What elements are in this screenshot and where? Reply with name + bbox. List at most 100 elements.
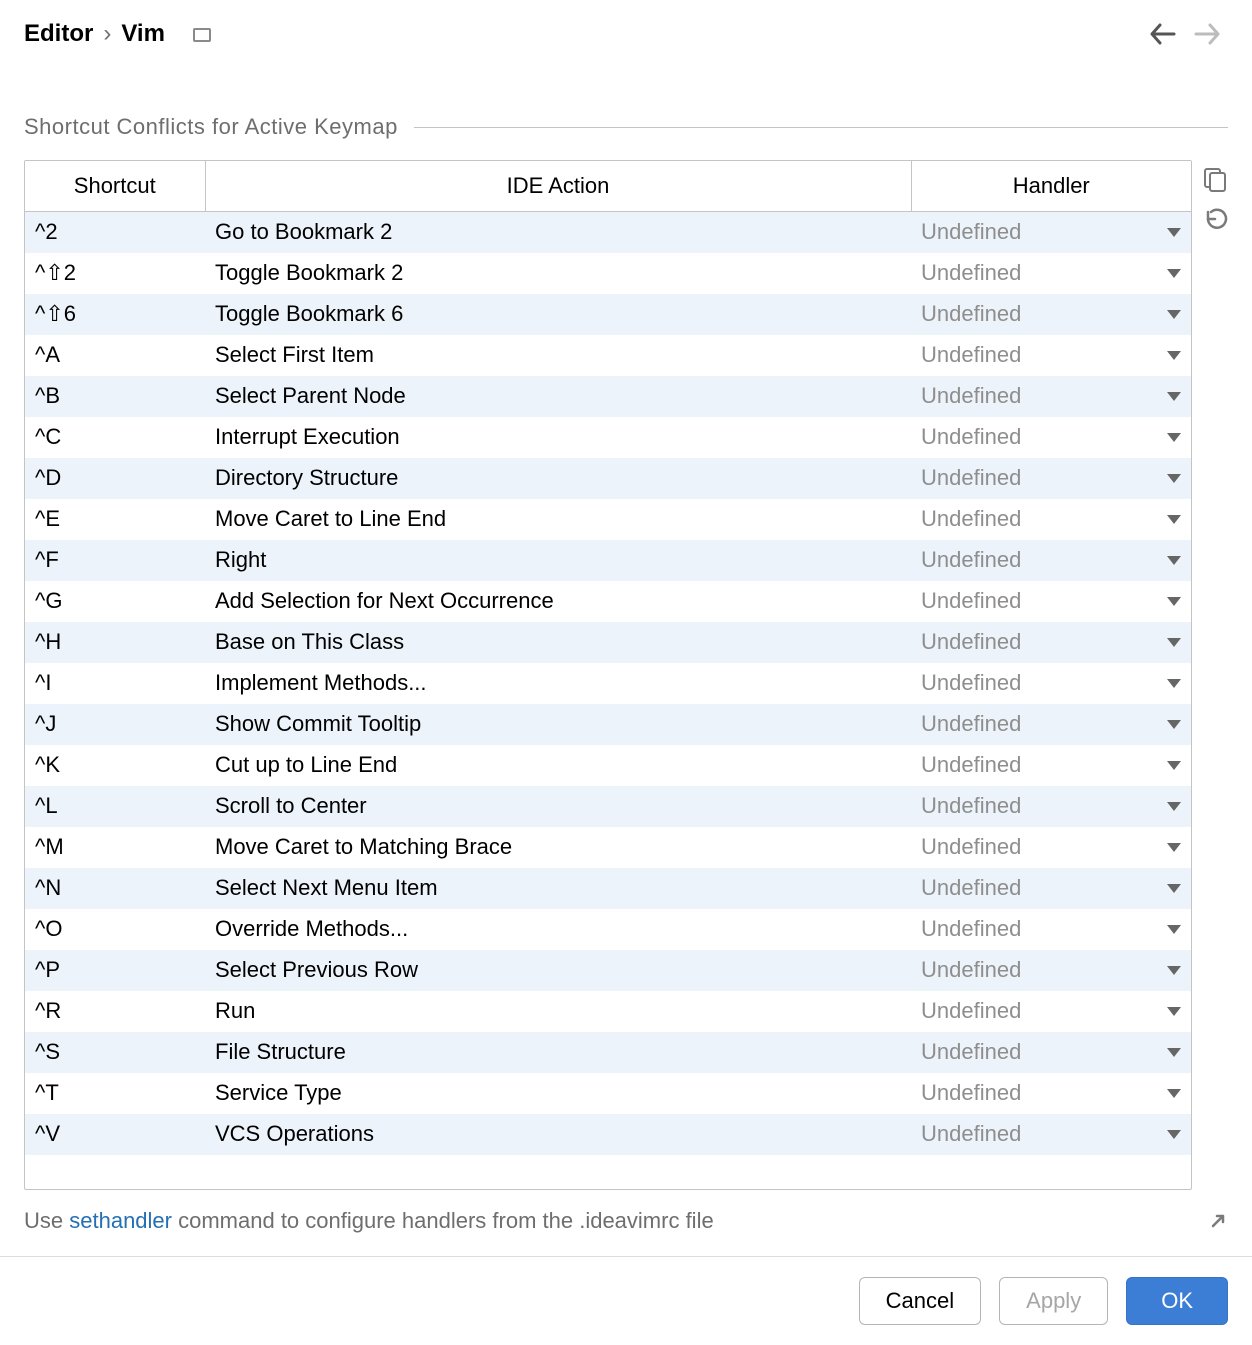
table-row[interactable]: ^⇧2Toggle Bookmark 2Undefined — [25, 253, 1191, 294]
window-icon — [193, 28, 211, 42]
table-row[interactable]: ^2Go to Bookmark 2Undefined — [25, 212, 1191, 253]
table-row[interactable]: ^RRunUndefined — [25, 991, 1191, 1032]
table-row[interactable]: ^JShow Commit TooltipUndefined — [25, 704, 1191, 745]
cell-shortcut: ^S — [25, 1032, 205, 1073]
table-row[interactable]: ^TService TypeUndefined — [25, 1073, 1191, 1114]
cell-handler[interactable]: Undefined — [911, 786, 1191, 827]
chevron-down-icon[interactable] — [1167, 515, 1181, 524]
chevron-down-icon[interactable] — [1167, 1048, 1181, 1057]
handler-value: Undefined — [921, 588, 1021, 614]
cell-action: Move Caret to Line End — [205, 499, 911, 540]
cell-handler[interactable]: Undefined — [911, 950, 1191, 991]
cell-handler[interactable]: Undefined — [911, 253, 1191, 294]
cell-action: VCS Operations — [205, 1114, 911, 1155]
table-row[interactable]: ^VVCS OperationsUndefined — [25, 1114, 1191, 1155]
chevron-down-icon[interactable] — [1167, 310, 1181, 319]
side-toolbar — [1202, 160, 1228, 1190]
table-row[interactable]: ^HBase on This ClassUndefined — [25, 622, 1191, 663]
back-button[interactable] — [1148, 21, 1178, 47]
chevron-down-icon[interactable] — [1167, 843, 1181, 852]
cell-shortcut: ^N — [25, 868, 205, 909]
copy-icon[interactable] — [1202, 166, 1228, 192]
chevron-down-icon[interactable] — [1167, 474, 1181, 483]
cell-action: Right — [205, 540, 911, 581]
cell-handler[interactable]: Undefined — [911, 499, 1191, 540]
chevron-down-icon[interactable] — [1167, 228, 1181, 237]
cell-handler[interactable]: Undefined — [911, 1114, 1191, 1155]
cell-handler[interactable]: Undefined — [911, 376, 1191, 417]
table-row[interactable]: ^EMove Caret to Line EndUndefined — [25, 499, 1191, 540]
cell-handler[interactable]: Undefined — [911, 827, 1191, 868]
cell-action: Interrupt Execution — [205, 417, 911, 458]
cell-handler[interactable]: Undefined — [911, 1073, 1191, 1114]
chevron-down-icon[interactable] — [1167, 351, 1181, 360]
ok-button[interactable]: OK — [1126, 1277, 1228, 1325]
table-row[interactable]: ^LScroll to CenterUndefined — [25, 786, 1191, 827]
chevron-down-icon[interactable] — [1167, 597, 1181, 606]
handler-value: Undefined — [921, 219, 1021, 245]
table-row[interactable]: ^ASelect First ItemUndefined — [25, 335, 1191, 376]
table-row[interactable]: ^SFile StructureUndefined — [25, 1032, 1191, 1073]
cell-handler[interactable]: Undefined — [911, 540, 1191, 581]
cell-handler[interactable]: Undefined — [911, 581, 1191, 622]
table-row[interactable]: ^DDirectory StructureUndefined — [25, 458, 1191, 499]
chevron-down-icon[interactable] — [1167, 638, 1181, 647]
table-row[interactable]: ^⇧6Toggle Bookmark 6Undefined — [25, 294, 1191, 335]
divider — [414, 127, 1228, 128]
chevron-down-icon[interactable] — [1167, 392, 1181, 401]
chevron-right-icon: › — [103, 20, 111, 48]
cell-handler[interactable]: Undefined — [911, 212, 1191, 253]
chevron-down-icon[interactable] — [1167, 556, 1181, 565]
table-row[interactable]: ^OOverride Methods...Undefined — [25, 909, 1191, 950]
chevron-down-icon[interactable] — [1167, 966, 1181, 975]
cell-handler[interactable]: Undefined — [911, 991, 1191, 1032]
cell-action: Override Methods... — [205, 909, 911, 950]
table-row[interactable]: ^GAdd Selection for Next OccurrenceUndef… — [25, 581, 1191, 622]
cell-handler[interactable]: Undefined — [911, 335, 1191, 376]
table-row[interactable]: ^BSelect Parent NodeUndefined — [25, 376, 1191, 417]
chevron-down-icon[interactable] — [1167, 884, 1181, 893]
chevron-down-icon[interactable] — [1167, 1089, 1181, 1098]
cell-handler[interactable]: Undefined — [911, 704, 1191, 745]
cell-handler[interactable]: Undefined — [911, 458, 1191, 499]
crumb-root[interactable]: Editor — [24, 20, 93, 48]
table-row[interactable]: ^PSelect Previous RowUndefined — [25, 950, 1191, 991]
col-action[interactable]: IDE Action — [205, 161, 911, 212]
table-row[interactable]: ^KCut up to Line EndUndefined — [25, 745, 1191, 786]
chevron-down-icon[interactable] — [1167, 720, 1181, 729]
cell-handler[interactable]: Undefined — [911, 622, 1191, 663]
col-shortcut[interactable]: Shortcut — [25, 161, 205, 212]
chevron-down-icon[interactable] — [1167, 269, 1181, 278]
col-handler[interactable]: Handler — [911, 161, 1191, 212]
cell-handler[interactable]: Undefined — [911, 663, 1191, 704]
chevron-down-icon[interactable] — [1167, 761, 1181, 770]
table-row[interactable]: ^IImplement Methods...Undefined — [25, 663, 1191, 704]
chevron-down-icon[interactable] — [1167, 1007, 1181, 1016]
handler-value: Undefined — [921, 1039, 1021, 1065]
cell-handler[interactable]: Undefined — [911, 1032, 1191, 1073]
cell-handler[interactable]: Undefined — [911, 294, 1191, 335]
forward-button[interactable] — [1192, 21, 1222, 47]
footer: Cancel Apply OK — [0, 1256, 1252, 1345]
chevron-down-icon[interactable] — [1167, 433, 1181, 442]
chevron-down-icon[interactable] — [1167, 679, 1181, 688]
table-row[interactable]: ^NSelect Next Menu ItemUndefined — [25, 868, 1191, 909]
undo-icon[interactable] — [1202, 206, 1228, 232]
cell-handler[interactable]: Undefined — [911, 417, 1191, 458]
sethandler-link[interactable]: sethandler — [69, 1208, 172, 1233]
external-link-icon[interactable] — [1208, 1211, 1228, 1231]
chevron-down-icon[interactable] — [1167, 1130, 1181, 1139]
cell-shortcut: ^R — [25, 991, 205, 1032]
cancel-button[interactable]: Cancel — [859, 1277, 981, 1325]
chevron-down-icon[interactable] — [1167, 802, 1181, 811]
table-row[interactable]: ^MMove Caret to Matching BraceUndefined — [25, 827, 1191, 868]
breadcrumb: Editor › Vim — [24, 20, 211, 48]
chevron-down-icon[interactable] — [1167, 925, 1181, 934]
cell-handler[interactable]: Undefined — [911, 868, 1191, 909]
table-row[interactable]: ^CInterrupt ExecutionUndefined — [25, 417, 1191, 458]
cell-handler[interactable]: Undefined — [911, 909, 1191, 950]
cell-shortcut: ^O — [25, 909, 205, 950]
cell-handler[interactable]: Undefined — [911, 745, 1191, 786]
handler-value: Undefined — [921, 998, 1021, 1024]
table-row[interactable]: ^FRightUndefined — [25, 540, 1191, 581]
